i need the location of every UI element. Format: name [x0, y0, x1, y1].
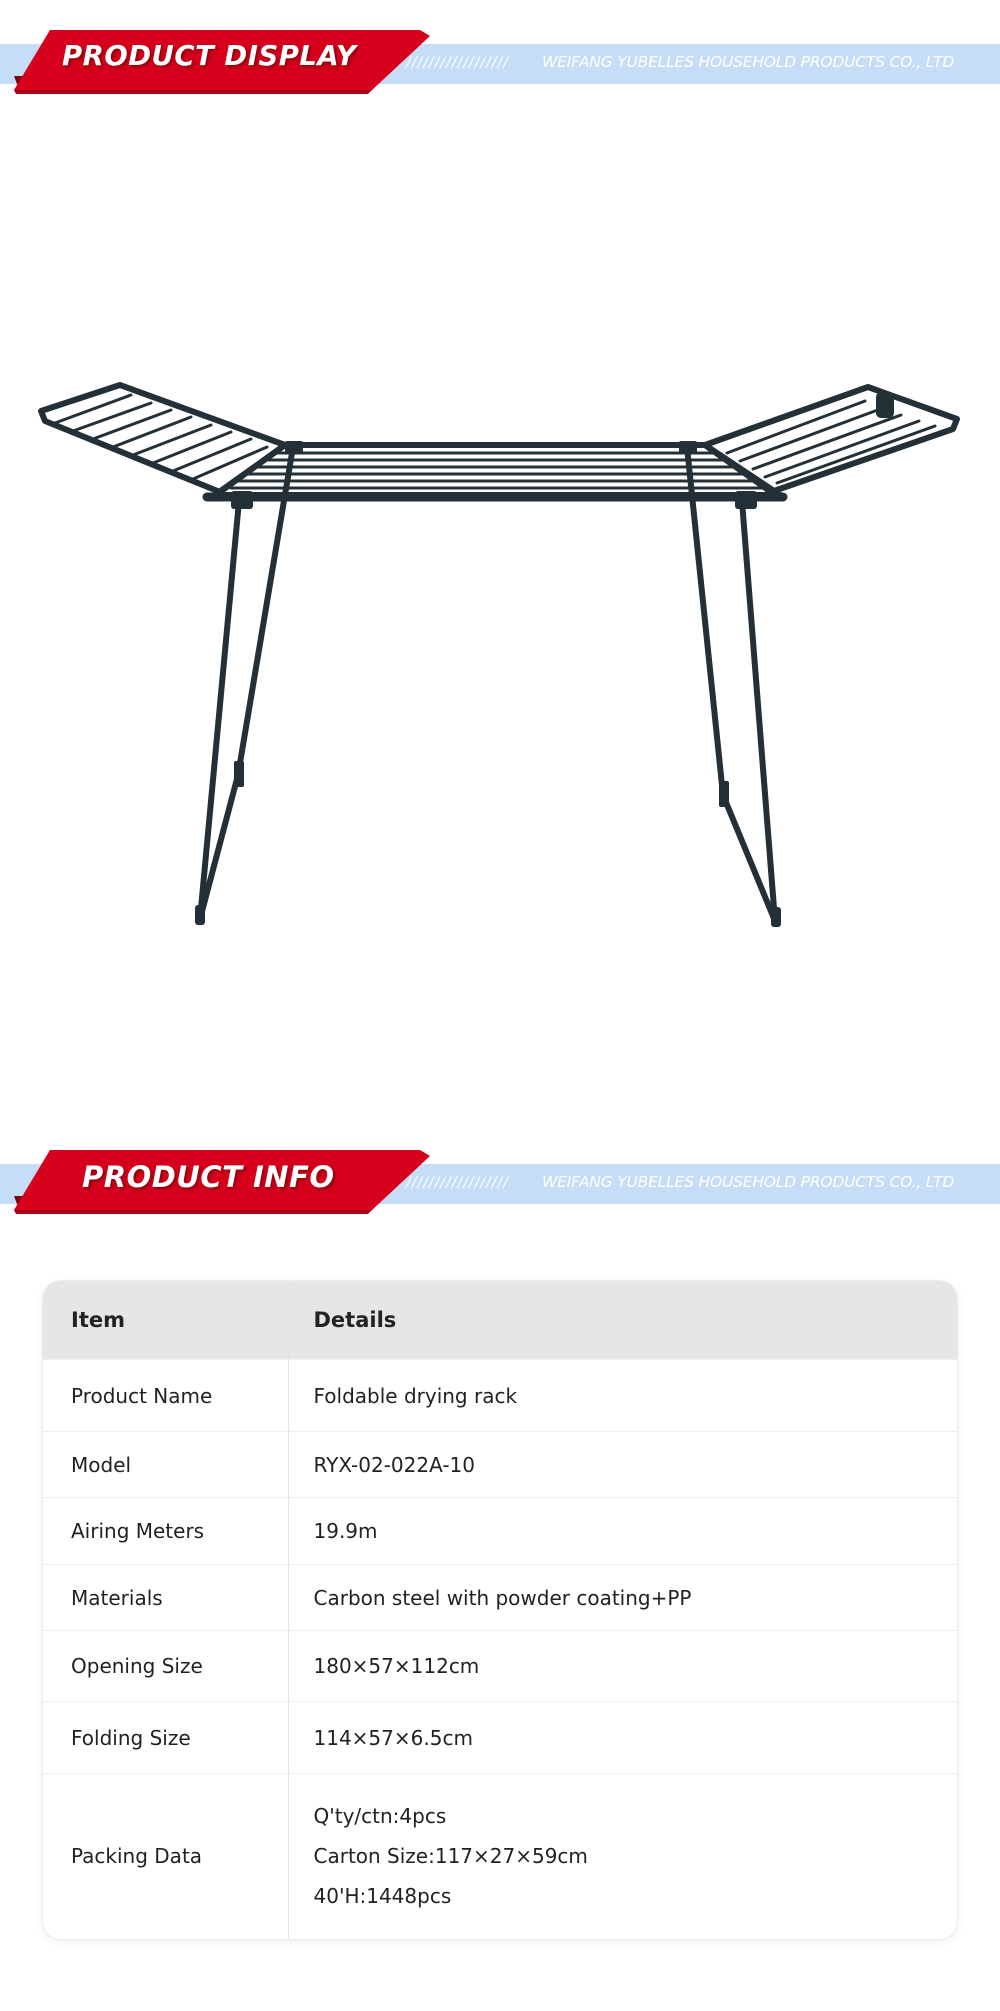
row-item: Materials [43, 1564, 289, 1631]
spec-table: Item Details Product Name Foldable dryin… [43, 1281, 957, 1938]
row-details: Foldable drying rack [288, 1359, 957, 1432]
company-name: WEIFANG YUBELLES HOUSEHOLD PRODUCTS CO.,… [542, 1173, 955, 1191]
row-details: RYX-02-022A-10 [288, 1431, 957, 1498]
packing-line: Carton Size:117×27×59cm [313, 1843, 588, 1868]
spec-table-card: Item Details Product Name Foldable dryin… [43, 1281, 957, 1939]
table-row: Model RYX-02-022A-10 [43, 1431, 957, 1498]
header-item: Item [43, 1281, 289, 1360]
table-header-row: Item Details [43, 1281, 957, 1360]
table-row: Folding Size 114×57×6.5cm [43, 1701, 957, 1774]
row-details: Q'ty/ctn:4pcs Carton Size:117×27×59cm 40… [288, 1773, 957, 1938]
table-row: Product Name Foldable drying rack [43, 1359, 957, 1432]
product-display-banner: ////////////////// WEIFANG YUBELLES HOUS… [0, 30, 1000, 100]
packing-line: 40'H:1448pcs [313, 1883, 452, 1908]
banner-slashes: ////////////////// [406, 1175, 509, 1191]
row-details: 180×57×112cm [288, 1630, 957, 1702]
product-info-banner: ////////////////// WEIFANG YUBELLES HOUS… [0, 1150, 1000, 1220]
section-title: PRODUCT INFO [82, 1160, 335, 1194]
row-details: 19.9m [288, 1497, 957, 1565]
section-title: PRODUCT DISPLAY [62, 40, 357, 72]
row-details: 114×57×6.5cm [288, 1701, 957, 1774]
company-name: WEIFANG YUBELLES HOUSEHOLD PRODUCTS CO.,… [542, 53, 955, 71]
header-details: Details [288, 1281, 957, 1360]
table-row: Materials Carbon steel with powder coati… [43, 1564, 957, 1631]
drying-rack-image [38, 382, 960, 927]
row-item: Airing Meters [43, 1497, 289, 1565]
table-row: Packing Data Q'ty/ctn:4pcs Carton Size:1… [43, 1773, 957, 1938]
table-row: Airing Meters 19.9m [43, 1497, 957, 1565]
row-item: Opening Size [43, 1630, 289, 1702]
row-item: Product Name [43, 1359, 289, 1432]
row-item: Model [43, 1431, 289, 1498]
packing-line: Q'ty/ctn:4pcs [313, 1803, 447, 1828]
row-item: Packing Data [43, 1773, 289, 1938]
banner-slashes: ////////////////// [406, 55, 509, 71]
table-row: Opening Size 180×57×112cm [43, 1630, 957, 1702]
row-item: Folding Size [43, 1701, 289, 1774]
row-details: Carbon steel with powder coating+PP [288, 1564, 957, 1631]
